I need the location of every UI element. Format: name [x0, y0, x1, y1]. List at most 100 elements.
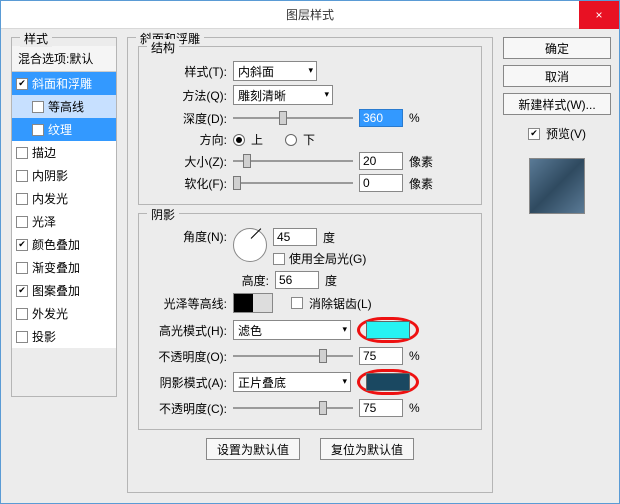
altitude-unit: 度	[325, 272, 343, 289]
effect-row[interactable]: 内阴影	[12, 164, 116, 187]
style-select[interactable]: 内斜面▾	[233, 61, 317, 81]
highlight-opacity-slider[interactable]	[233, 349, 353, 363]
effect-checkbox[interactable]	[16, 285, 28, 297]
effect-row[interactable]: 光泽	[12, 210, 116, 233]
shading-group: 阴影 角度(N): 45 度 使用全局光(G)	[138, 213, 482, 430]
shadow-opacity-unit: %	[409, 401, 427, 415]
preview-thumbnail	[529, 158, 585, 214]
antialias-label: 消除锯齿(L)	[309, 295, 372, 312]
highlight-mode-select[interactable]: 滤色▾	[233, 320, 351, 340]
highlight-opacity-label: 不透明度(O):	[147, 348, 227, 365]
antialias-checkbox[interactable]	[291, 297, 303, 309]
shading-title: 阴影	[147, 206, 179, 223]
shadow-opacity-slider[interactable]	[233, 401, 353, 415]
effect-checkbox[interactable]	[16, 170, 28, 182]
effect-checkbox[interactable]	[16, 262, 28, 274]
size-unit: 像素	[409, 153, 433, 170]
soften-label: 软化(F):	[147, 175, 227, 192]
effect-checkbox[interactable]	[16, 78, 28, 90]
size-slider[interactable]	[233, 154, 353, 168]
close-icon: ×	[595, 8, 602, 22]
make-default-button[interactable]: 设置为默认值	[206, 438, 300, 460]
chevron-down-icon: ▾	[308, 65, 313, 76]
effect-row[interactable]: 渐变叠加	[12, 256, 116, 279]
effect-label: 等高线	[48, 98, 84, 115]
global-light-checkbox[interactable]	[273, 253, 285, 265]
styles-group-title: 样式	[20, 30, 52, 47]
effect-checkbox[interactable]	[32, 101, 44, 113]
chevron-down-icon: ▾	[342, 324, 347, 335]
blend-options-header[interactable]: 混合选项:默认	[12, 46, 116, 72]
cancel-button[interactable]: 取消	[503, 65, 611, 87]
direction-label: 方向:	[147, 131, 227, 148]
effect-label: 颜色叠加	[32, 236, 80, 253]
angle-control[interactable]	[233, 228, 267, 262]
style-label: 样式(T):	[147, 63, 227, 80]
effect-label: 内阴影	[32, 167, 68, 184]
effect-row[interactable]: 外发光	[12, 302, 116, 325]
close-button[interactable]: ×	[579, 1, 619, 29]
depth-slider[interactable]	[233, 111, 353, 125]
effect-row[interactable]: 内发光	[12, 187, 116, 210]
effect-label: 斜面和浮雕	[32, 75, 92, 92]
shadow-mode-select[interactable]: 正片叠底▾	[233, 372, 351, 392]
direction-down-label: 下	[303, 131, 315, 148]
global-light-label: 使用全局光(G)	[289, 250, 366, 267]
highlight-color-chip[interactable]	[366, 321, 410, 339]
effect-row[interactable]: 斜面和浮雕	[12, 72, 116, 95]
depth-unit: %	[409, 111, 427, 125]
technique-select[interactable]: 雕刻清晰▾	[233, 85, 333, 105]
highlight-opacity-unit: %	[409, 349, 427, 363]
layer-style-dialog: 图层样式 × 样式 混合选项:默认 斜面和浮雕等高线纹理描边内阴影内发光光泽颜色…	[0, 0, 620, 504]
shadow-mode-label: 阴影模式(A):	[147, 374, 227, 391]
effect-row[interactable]: 颜色叠加	[12, 233, 116, 256]
highlight-color-attention	[357, 317, 419, 343]
effect-checkbox[interactable]	[16, 147, 28, 159]
effect-row[interactable]: 等高线	[12, 95, 116, 118]
highlight-opacity-input[interactable]: 75	[359, 347, 403, 365]
shadow-opacity-label: 不透明度(C):	[147, 400, 227, 417]
soften-input[interactable]: 0	[359, 174, 403, 192]
ok-button[interactable]: 确定	[503, 37, 611, 59]
effect-row[interactable]: 描边	[12, 141, 116, 164]
effect-checkbox[interactable]	[32, 124, 44, 136]
direction-up-label: 上	[251, 131, 263, 148]
altitude-label: 高度:	[147, 272, 269, 289]
effect-checkbox[interactable]	[16, 308, 28, 320]
size-input[interactable]: 20	[359, 152, 403, 170]
effect-row[interactable]: 图案叠加	[12, 279, 116, 302]
angle-unit: 度	[323, 229, 341, 246]
effect-label: 描边	[32, 144, 56, 161]
altitude-input[interactable]: 56	[275, 271, 319, 289]
soften-slider[interactable]	[233, 176, 353, 190]
shadow-color-chip[interactable]	[366, 373, 410, 391]
preview-checkbox[interactable]	[528, 128, 540, 140]
effect-checkbox[interactable]	[16, 193, 28, 205]
effect-checkbox[interactable]	[16, 216, 28, 228]
angle-label: 角度(N):	[147, 228, 227, 245]
gloss-contour-picker[interactable]	[233, 293, 273, 313]
effects-list: 混合选项:默认 斜面和浮雕等高线纹理描边内阴影内发光光泽颜色叠加渐变叠加图案叠加…	[12, 46, 116, 348]
preview-label: 预览(V)	[546, 125, 586, 142]
direction-down-radio[interactable]	[285, 134, 297, 146]
reset-default-button[interactable]: 复位为默认值	[320, 438, 414, 460]
direction-up-radio[interactable]	[233, 134, 245, 146]
new-style-button[interactable]: 新建样式(W)...	[503, 93, 611, 115]
soften-unit: 像素	[409, 175, 433, 192]
effect-label: 内发光	[32, 190, 68, 207]
shadow-color-attention	[357, 369, 419, 395]
effect-label: 外发光	[32, 305, 68, 322]
effect-row[interactable]: 投影	[12, 325, 116, 348]
effect-checkbox[interactable]	[16, 239, 28, 251]
technique-label: 方法(Q):	[147, 87, 227, 104]
depth-label: 深度(D):	[147, 110, 227, 127]
angle-input[interactable]: 45	[273, 228, 317, 246]
effect-checkbox[interactable]	[16, 331, 28, 343]
shadow-opacity-input[interactable]: 75	[359, 399, 403, 417]
effect-row[interactable]: 纹理	[12, 118, 116, 141]
gloss-contour-label: 光泽等高线:	[147, 295, 227, 312]
effect-label: 光泽	[32, 213, 56, 230]
effect-label: 纹理	[48, 121, 72, 138]
depth-input[interactable]: 360	[359, 109, 403, 127]
size-label: 大小(Z):	[147, 153, 227, 170]
